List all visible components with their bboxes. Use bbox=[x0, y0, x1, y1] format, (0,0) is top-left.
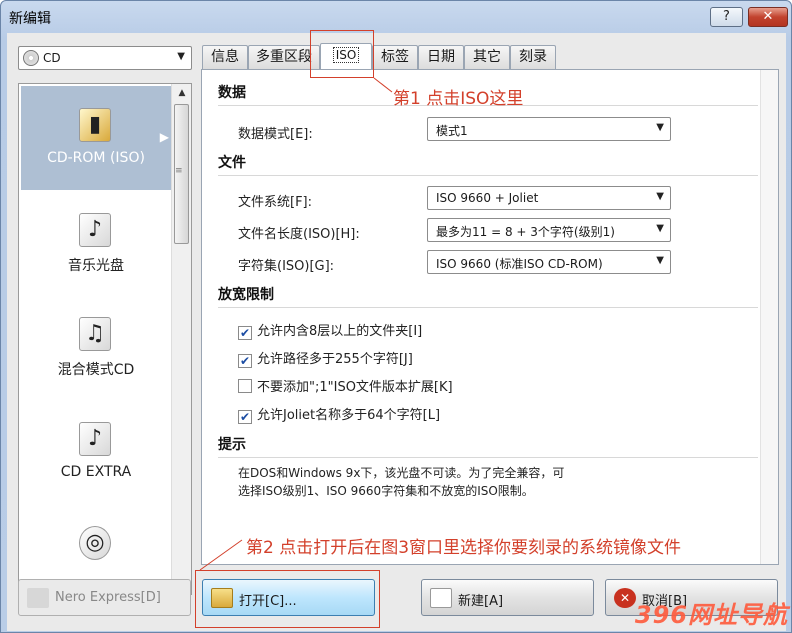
annotation-step1: 第1 点击ISO这里 bbox=[393, 89, 524, 109]
annotation-box-open bbox=[195, 570, 380, 628]
watermark-logo: 396网址导航 bbox=[634, 601, 788, 629]
annotation-step2: 第2 点击打开后在图3窗口里选择你要刻录的系统镜像文件 bbox=[246, 538, 682, 558]
